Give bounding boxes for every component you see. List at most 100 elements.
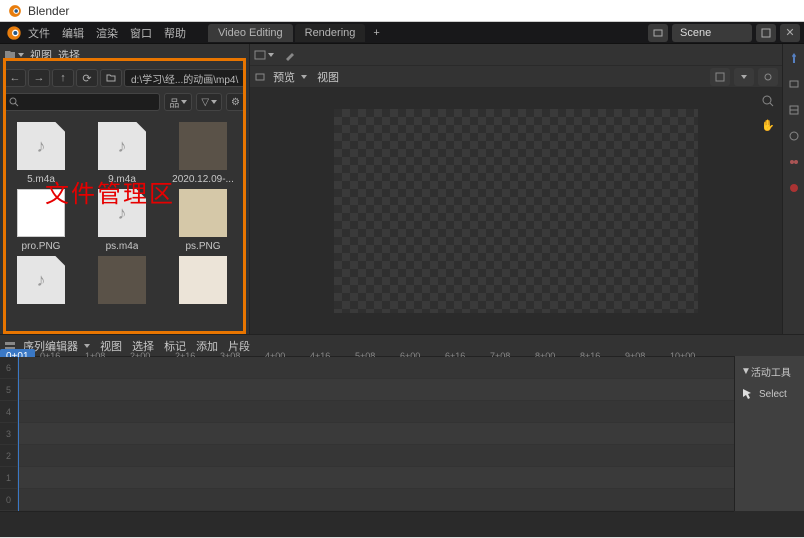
- track-area[interactable]: [18, 467, 734, 488]
- cursor-icon: [741, 387, 755, 401]
- fb-search-field[interactable]: [4, 93, 160, 111]
- fb-filter[interactable]: ▽: [196, 93, 222, 111]
- topbar: 文件 编辑 渲染 窗口 帮助 Video Editing Rendering +…: [0, 22, 804, 44]
- fb-display-mode[interactable]: 品: [164, 93, 192, 111]
- file-browser-panel: 视图 选择 ← → ↑ ⟳ d:\学习\经...的动画\mp4\ 品: [0, 44, 250, 334]
- tab-add[interactable]: +: [367, 24, 385, 42]
- seq-tracks[interactable]: 6543210: [0, 357, 734, 511]
- pv-preview-dropdown[interactable]: 预览: [254, 69, 307, 85]
- track-row[interactable]: 6: [0, 357, 734, 379]
- seq-scrollbar[interactable]: [0, 511, 734, 512]
- scene-browse-icon[interactable]: [648, 24, 668, 42]
- track-number: 2: [0, 445, 18, 466]
- playhead[interactable]: [18, 357, 19, 511]
- path-field[interactable]: d:\学习\经...的动画\mp4\: [124, 69, 245, 87]
- file-label: ps.m4a: [106, 241, 139, 252]
- seq-sidebar: ▼ 活动工具 Select: [734, 356, 804, 511]
- file-thumb: [17, 256, 65, 304]
- file-thumb: [17, 122, 65, 170]
- sequencer-panel: 序列编辑器 视图 选择 标记 添加 片段 0+01 0+161+082+002+…: [0, 334, 804, 511]
- seq-timeline[interactable]: 0+01 0+161+082+002+163+084+004+165+086+0…: [0, 356, 734, 511]
- file-item[interactable]: [85, 256, 159, 308]
- menu-window[interactable]: 窗口: [130, 25, 152, 41]
- track-row[interactable]: 4: [0, 401, 734, 423]
- pv-opt1-icon[interactable]: [710, 68, 730, 86]
- nav-newfolder-icon[interactable]: [100, 69, 122, 87]
- track-row[interactable]: 3: [0, 423, 734, 445]
- search-icon: [9, 97, 19, 107]
- track-row[interactable]: 2: [0, 445, 734, 467]
- preview-checker: [334, 109, 698, 313]
- pv-gizmo-icon[interactable]: [734, 68, 754, 86]
- file-item[interactable]: pro.PNG: [4, 189, 78, 252]
- props-tool-icon[interactable]: [786, 50, 802, 66]
- file-label: pro.PNG: [22, 241, 61, 252]
- pv-opt2-icon[interactable]: [758, 68, 778, 86]
- props-render-icon[interactable]: [786, 76, 802, 92]
- file-thumb: [17, 189, 65, 237]
- nav-refresh-icon[interactable]: ⟳: [76, 69, 98, 87]
- track-number: 4: [0, 401, 18, 422]
- fb-header: 视图 选择: [0, 44, 249, 66]
- scene-delete-icon[interactable]: ✕: [780, 24, 800, 42]
- fb-settings-icon[interactable]: ⚙: [226, 93, 245, 111]
- props-output-icon[interactable]: [786, 102, 802, 118]
- props-scene-icon[interactable]: [786, 154, 802, 170]
- pv-brush-icon[interactable]: [284, 49, 296, 61]
- file-item[interactable]: 2020.12.09-...: [166, 122, 240, 185]
- track-number: 0: [0, 489, 18, 510]
- props-world-icon[interactable]: [786, 180, 802, 196]
- file-thumb: [179, 189, 227, 237]
- properties-sidebar: [782, 44, 804, 334]
- file-item[interactable]: ps.m4a: [85, 189, 159, 252]
- nav-forward-icon[interactable]: →: [28, 69, 50, 87]
- track-area[interactable]: [18, 357, 734, 378]
- track-area[interactable]: [18, 423, 734, 444]
- pv-pan-icon[interactable]: ✋: [758, 116, 778, 134]
- track-row[interactable]: 5: [0, 379, 734, 401]
- preview-canvas[interactable]: ✋: [250, 88, 782, 334]
- scene-new-icon[interactable]: [756, 24, 776, 42]
- tab-rendering[interactable]: Rendering: [295, 24, 366, 42]
- track-row[interactable]: 1: [0, 467, 734, 489]
- seq-add-menu[interactable]: 添加: [196, 338, 218, 354]
- pv-view-menu[interactable]: 视图: [317, 69, 339, 85]
- track-area[interactable]: [18, 401, 734, 422]
- track-area[interactable]: [18, 379, 734, 400]
- blender-icon: [6, 25, 22, 41]
- menu-edit[interactable]: 编辑: [62, 25, 84, 41]
- blender-logo-icon: [8, 4, 22, 18]
- file-label: 2020.12.09-...: [172, 174, 234, 185]
- menu-help[interactable]: 帮助: [164, 25, 186, 41]
- scene-name-field[interactable]: Scene: [672, 24, 752, 42]
- fb-file-grid: 5.m4a 9.m4a 2020.12.09-... pro.PNG ps.m4a ps.…: [0, 114, 249, 316]
- track-number: 5: [0, 379, 18, 400]
- fb-editor-type-icon[interactable]: [4, 49, 24, 61]
- track-area[interactable]: [18, 445, 734, 466]
- fb-view-menu[interactable]: 视图: [30, 47, 52, 63]
- seq-sidebar-header[interactable]: ▼ 活动工具: [739, 360, 800, 383]
- file-label: 9.m4a: [108, 174, 136, 185]
- tab-video-editing[interactable]: Video Editing: [208, 24, 293, 42]
- track-area[interactable]: [18, 489, 734, 510]
- nav-up-icon[interactable]: ↑: [52, 69, 74, 87]
- track-number: 1: [0, 467, 18, 488]
- file-thumb: [98, 122, 146, 170]
- pv-zoom-icon[interactable]: [758, 92, 778, 110]
- preview-panel: 预览 视图 ✋: [250, 44, 782, 334]
- track-row[interactable]: 0: [0, 489, 734, 511]
- menu-file[interactable]: 文件: [28, 25, 50, 41]
- file-item[interactable]: [166, 256, 240, 308]
- file-item[interactable]: 5.m4a: [4, 122, 78, 185]
- fb-select-menu[interactable]: 选择: [58, 47, 80, 63]
- file-item[interactable]: ps.PNG: [166, 189, 240, 252]
- menu-render[interactable]: 渲染: [96, 25, 118, 41]
- props-view-icon[interactable]: [786, 128, 802, 144]
- nav-back-icon[interactable]: ←: [4, 69, 26, 87]
- app-title: Blender: [28, 4, 69, 18]
- seq-tool-select[interactable]: Select: [739, 383, 800, 405]
- file-thumb: [98, 189, 146, 237]
- file-item[interactable]: 9.m4a: [85, 122, 159, 185]
- file-item[interactable]: [4, 256, 78, 308]
- pv-editor-type-icon[interactable]: [254, 49, 274, 61]
